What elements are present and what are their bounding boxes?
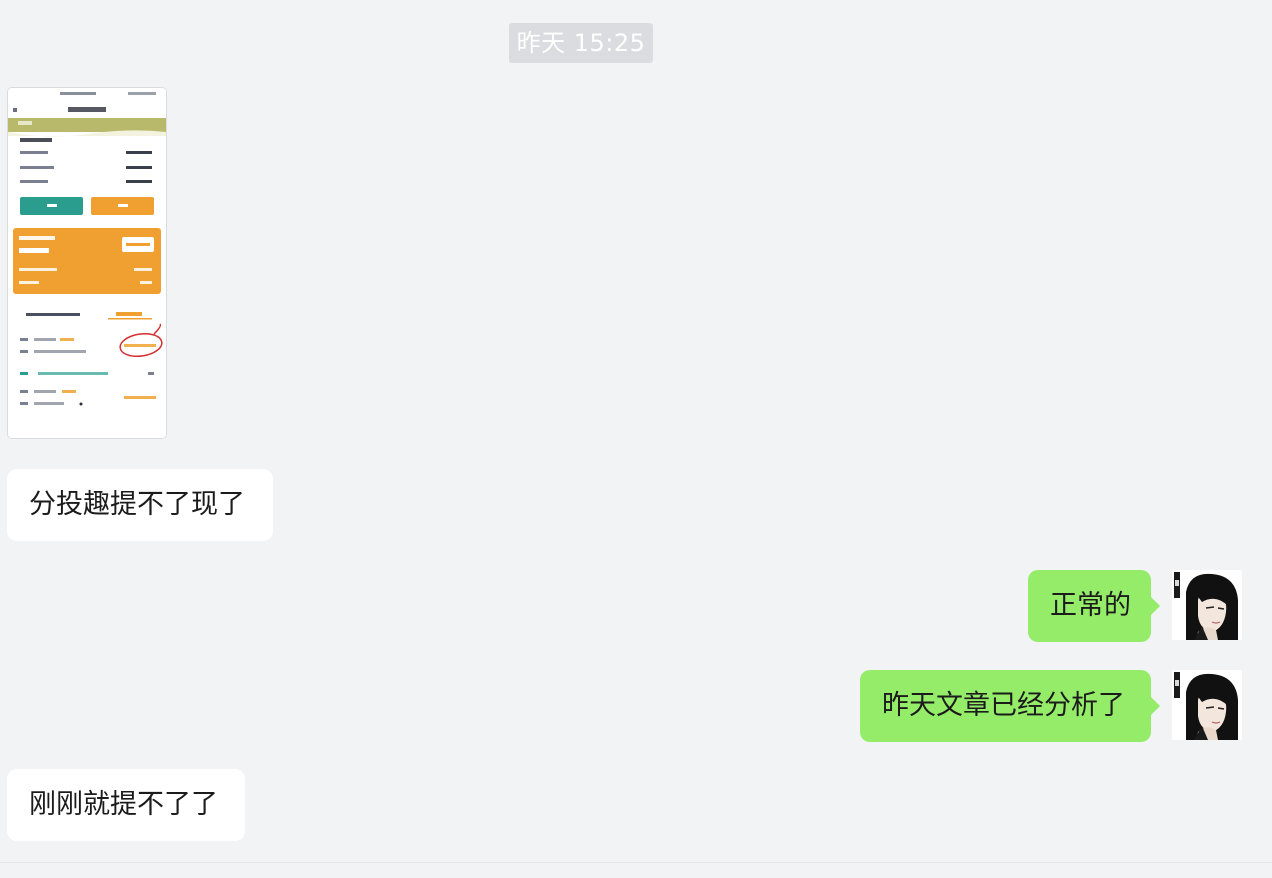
avatar-image (1172, 670, 1242, 740)
outgoing-message-bubble[interactable]: 正常的 (1028, 570, 1160, 642)
image-message-thumbnail[interactable] (7, 87, 167, 439)
user-avatar[interactable] (1172, 570, 1242, 640)
avatar-image (1172, 570, 1242, 640)
divider (0, 862, 1272, 863)
message-timestamp: 昨天 15:25 (509, 23, 653, 63)
message-text: 正常的 (1050, 590, 1131, 621)
message-text: 分投趣提不了现了 (29, 489, 245, 520)
incoming-message-bubble[interactable]: 刚刚就提不了了 (7, 769, 245, 841)
message-text: 刚刚就提不了了 (29, 789, 218, 820)
message-text: 昨天文章已经分析了 (882, 690, 1125, 721)
outgoing-message-bubble[interactable]: 昨天文章已经分析了 (860, 670, 1160, 742)
user-avatar[interactable] (1172, 670, 1242, 740)
incoming-message-bubble[interactable]: 分投趣提不了现了 (7, 469, 273, 541)
screenshot-thumbnail-image (8, 88, 166, 438)
